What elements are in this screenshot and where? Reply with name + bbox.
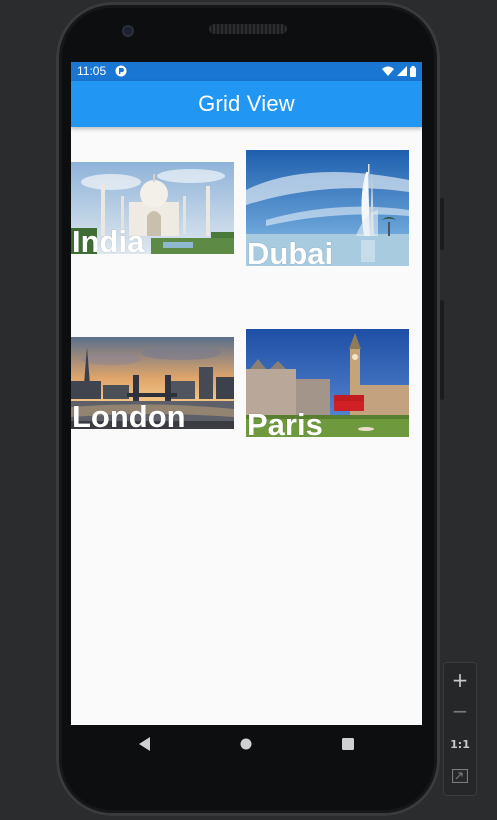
earpiece-speaker [209,24,287,34]
navigation-bar [71,725,422,765]
wifi-icon [382,66,394,76]
grid-item-label: Paris [247,407,323,437]
fit-screen-button[interactable] [444,761,476,791]
volume-button [440,198,444,250]
status-time: 11:05 [77,64,107,78]
grid-item-dubai[interactable]: Dubai [246,150,409,266]
status-bar: 11:05 [71,62,422,81]
grid-item-india[interactable]: India [71,162,234,254]
back-icon[interactable] [139,737,151,751]
grid-item-label: London [72,399,186,429]
page-title: Grid View [198,91,295,116]
fit-screen-icon [452,769,468,783]
status-icons [382,65,416,77]
zoom-out-button[interactable]: − [444,696,476,726]
recents-icon[interactable] [342,738,354,750]
grid-item-label: India [72,224,145,254]
app-bar: Grid View [71,81,422,127]
cell-signal-icon [397,66,407,76]
battery-icon [410,65,416,77]
actual-size-button[interactable]: 1:1 [444,729,476,759]
zoom-in-button[interactable]: + [444,665,476,695]
emulator-controls: + − 1:1 [443,662,477,796]
front-camera [122,25,134,37]
grid-item-paris[interactable]: Paris [246,329,409,437]
device-screen: 11:05 Grid View India Dubai London Paris [71,62,422,725]
grid-item-london[interactable]: London [71,337,234,429]
home-icon[interactable] [240,738,252,750]
app-notification-icon [115,65,127,77]
grid-item-label: Dubai [247,236,334,266]
power-button [440,300,444,400]
